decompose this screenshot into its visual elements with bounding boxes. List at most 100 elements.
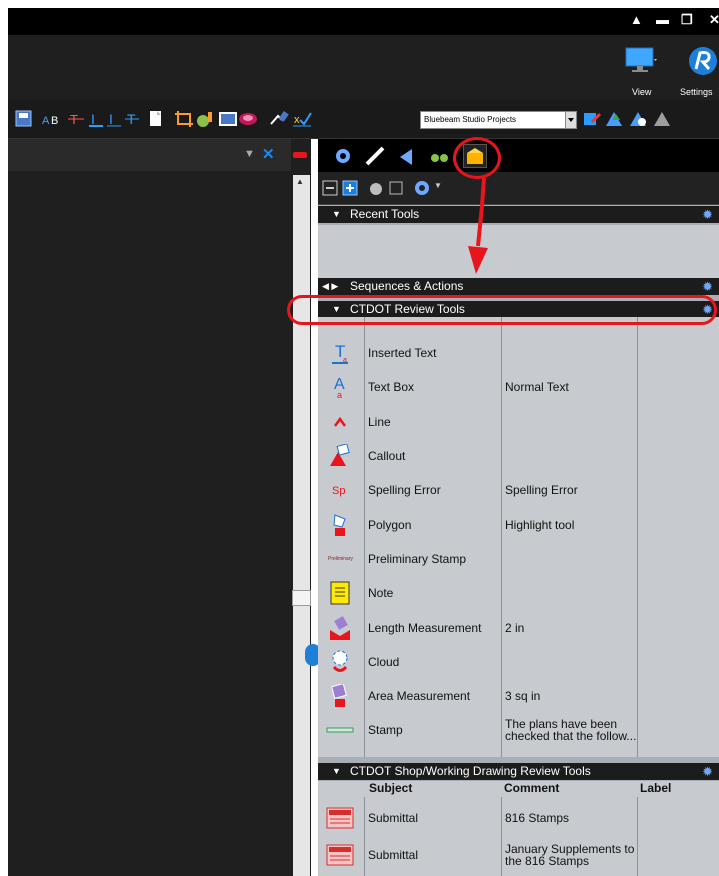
tool-subject: Length Measurement xyxy=(368,620,482,635)
submittal-stamp-icon xyxy=(326,806,354,830)
annotation-arrow-icon xyxy=(468,177,488,274)
bluebeam-settings-icon[interactable] xyxy=(688,45,719,77)
scrollbar-thumb[interactable] xyxy=(292,590,311,606)
tool-subject: Polygon xyxy=(368,517,412,532)
tool-row[interactable]: Stamp The plans have been checked that th… xyxy=(318,713,719,747)
left-panel-header: ▼ ✕ xyxy=(8,139,291,171)
eraser-icon[interactable] xyxy=(238,110,258,128)
markup-toolbar: AB T I I T x Bluebeam Studio Projects xyxy=(8,100,719,139)
binoculars-tab-icon[interactable] xyxy=(428,145,450,167)
svg-text:B: B xyxy=(51,115,58,127)
tool-subject: Note xyxy=(368,586,394,601)
section-gear-icon[interactable]: ✹ xyxy=(702,278,713,295)
recent-tools-header[interactable]: ▼ Recent Tools ✹ xyxy=(318,206,719,223)
studio-upload-icon[interactable] xyxy=(604,110,624,128)
tool-comment xyxy=(505,439,637,473)
studio-share-icon[interactable] xyxy=(628,110,648,128)
strike-text-icon[interactable]: T xyxy=(124,110,140,128)
properties-icon[interactable] xyxy=(388,180,404,196)
subject-column-header[interactable]: Subject xyxy=(369,781,412,795)
tool-comment: Normal Text xyxy=(505,380,569,395)
comment-column-header[interactable]: Comment xyxy=(504,781,559,795)
tool-row[interactable]: Area Measurement 3 sq in xyxy=(318,679,719,713)
expand-all-icon[interactable] xyxy=(342,180,358,196)
monitor-view-icon[interactable] xyxy=(625,47,657,73)
image-icon[interactable] xyxy=(218,110,238,128)
tool-row[interactable]: Submittal 816 Stamps xyxy=(318,799,719,836)
measure-ruler-tab-icon[interactable] xyxy=(364,145,386,167)
tool-row[interactable]: Submittal January Supplements to the 816 … xyxy=(318,836,719,873)
panel-dropdown-icon[interactable]: ▼ xyxy=(244,148,255,160)
studio-home-icon[interactable] xyxy=(652,110,672,128)
tool-chest-toolbar: ▼ xyxy=(318,172,719,205)
underline-text-icon[interactable]: I xyxy=(88,110,104,128)
tool-row[interactable]: Preliminary Preliminary Stamp xyxy=(318,542,719,576)
signature-icon[interactable] xyxy=(270,110,290,128)
tool-row[interactable]: Polygon Highlight tool xyxy=(318,508,719,542)
collapse-arrow-icon[interactable]: ▼ xyxy=(332,206,341,223)
section-gear-icon[interactable]: ✹ xyxy=(702,763,713,780)
tool-row[interactable]: Note xyxy=(318,576,719,610)
sequences-actions-header[interactable]: ◀ ▶ Sequences & Actions ✹ xyxy=(318,278,719,295)
tool-row[interactable]: Length Measurement 2 in xyxy=(318,610,719,644)
tool-row[interactable]: Line xyxy=(318,405,719,439)
vertical-scrollbar[interactable] xyxy=(293,175,310,876)
tool-comment xyxy=(505,645,637,679)
tool-row[interactable]: Cloud xyxy=(318,645,719,679)
save-icon[interactable] xyxy=(12,110,34,128)
restore-icon[interactable]: ❐ xyxy=(681,12,693,28)
squiggly-text-icon[interactable]: I xyxy=(106,110,122,128)
collapse-all-icon[interactable] xyxy=(322,180,338,196)
shop-drawing-tools-header[interactable]: ▼ CTDOT Shop/Working Drawing Review Tool… xyxy=(318,763,719,780)
tool-row[interactable]: Sp Spelling Error Spelling Error xyxy=(318,473,719,507)
stamp-icon xyxy=(326,718,354,742)
svg-text:a: a xyxy=(337,390,342,399)
text-replace-icon[interactable]: AB xyxy=(42,110,62,128)
tool-comment: January Supplements to the 816 Stamps xyxy=(505,841,635,868)
tool-subject: Text Box xyxy=(368,380,415,395)
chevron-down-icon xyxy=(568,118,574,122)
tool-chest-gear-icon[interactable] xyxy=(412,178,432,198)
tool-subject: Cloud xyxy=(368,654,400,669)
tool-subject: Submittal xyxy=(368,810,419,825)
polygon-icon xyxy=(326,513,354,537)
view-label[interactable]: View xyxy=(632,87,651,97)
paint-icon[interactable] xyxy=(196,110,216,128)
markup-tool-tab-icon[interactable] xyxy=(396,145,418,167)
studio-projects-select[interactable]: Bluebeam Studio Projects xyxy=(420,111,566,129)
scroll-up-arrow-icon[interactable]: ▲ xyxy=(296,177,304,186)
tool-subject: Inserted Text xyxy=(368,346,437,361)
minimize-up-icon[interactable]: ▲ xyxy=(630,12,643,27)
studio-sync-icon[interactable] xyxy=(582,110,602,128)
label-column-header[interactable]: Label xyxy=(640,781,671,795)
close-window-icon[interactable]: ✕ xyxy=(709,12,719,28)
tool-comment xyxy=(505,405,637,439)
tool-comment xyxy=(505,336,637,370)
inserted-text-icon: Ta xyxy=(326,341,354,365)
tool-row[interactable]: Callout xyxy=(318,439,719,473)
settings-label[interactable]: Settings xyxy=(680,87,713,97)
minimize-icon[interactable]: ▬ xyxy=(656,12,669,27)
expand-arrows-icon[interactable]: ◀ ▶ xyxy=(322,278,338,295)
collapse-arrow-icon[interactable]: ▼ xyxy=(332,763,341,780)
checkmark-icon[interactable]: x xyxy=(292,110,312,128)
settings-gear-tab-icon[interactable] xyxy=(332,145,354,167)
tool-row[interactable]: Aa Text Box Normal Text xyxy=(318,370,719,404)
callout-icon xyxy=(326,443,354,468)
tool-subject: Callout xyxy=(368,449,406,464)
studio-select-dropdown-button[interactable] xyxy=(565,111,577,129)
section-gear-icon[interactable]: ✹ xyxy=(702,206,713,223)
svg-text:Sp: Sp xyxy=(332,485,345,497)
note-icon xyxy=(326,581,354,605)
panel-close-icon[interactable]: ✕ xyxy=(262,145,275,163)
line-icon xyxy=(326,410,354,434)
tool-chest-tab-highlight xyxy=(453,137,501,179)
document-icon[interactable] xyxy=(148,110,164,128)
gear-dropdown-icon[interactable]: ▼ xyxy=(434,181,442,190)
tool-row[interactable]: Ta Inserted Text xyxy=(318,336,719,370)
svg-text:A: A xyxy=(42,115,50,127)
strikeout-text-icon[interactable]: T xyxy=(68,110,84,128)
panel-pin-icon[interactable] xyxy=(293,152,307,158)
crop-icon[interactable] xyxy=(174,110,194,128)
stamp-tool-icon[interactable] xyxy=(368,180,384,196)
